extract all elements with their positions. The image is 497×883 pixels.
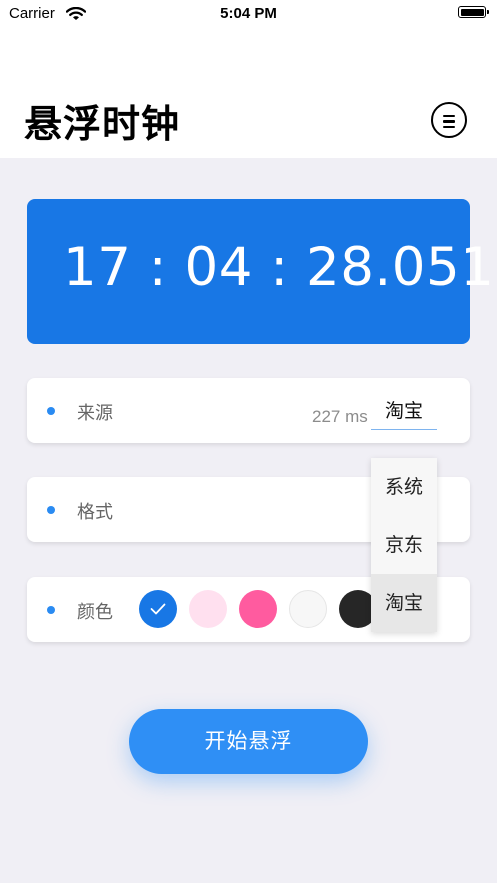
menu-icon xyxy=(443,115,455,131)
menu-button[interactable] xyxy=(431,102,467,138)
check-icon xyxy=(150,603,166,615)
bullet-dot xyxy=(47,606,55,614)
clock-display: 17 : 04 : 28.051 xyxy=(63,237,495,298)
dropdown-option-system[interactable]: 系统 xyxy=(371,458,437,516)
dropdown-option-jd[interactable]: 京东 xyxy=(371,516,437,574)
page-title: 悬浮时钟 xyxy=(24,102,181,146)
color-swatch[interactable] xyxy=(139,590,177,628)
start-float-button[interactable]: 开始悬浮 xyxy=(129,709,368,774)
status-time: 5:04 PM xyxy=(220,5,277,22)
latency-value: 227 ms xyxy=(312,407,368,426)
color-swatch[interactable] xyxy=(289,590,327,628)
source-dropdown: 系统 京东 淘宝 xyxy=(371,458,437,632)
clock-panel: 17 : 04 : 28.051 xyxy=(27,199,494,344)
dropdown-option-taobao[interactable]: 淘宝 xyxy=(371,574,437,632)
format-label: 格式 xyxy=(77,502,113,523)
bullet-dot xyxy=(47,506,55,514)
color-swatch[interactable] xyxy=(239,590,277,628)
battery-icon xyxy=(458,6,489,18)
color-label: 颜色 xyxy=(77,602,113,623)
bullet-dot xyxy=(47,407,55,415)
source-row: 来源 227 ms 淘宝 xyxy=(27,378,470,443)
status-bar: Carrier 5:04 PM xyxy=(0,0,497,28)
color-swatch[interactable] xyxy=(189,590,227,628)
source-select[interactable]: 淘宝 xyxy=(371,397,437,430)
source-label: 来源 xyxy=(77,403,113,424)
